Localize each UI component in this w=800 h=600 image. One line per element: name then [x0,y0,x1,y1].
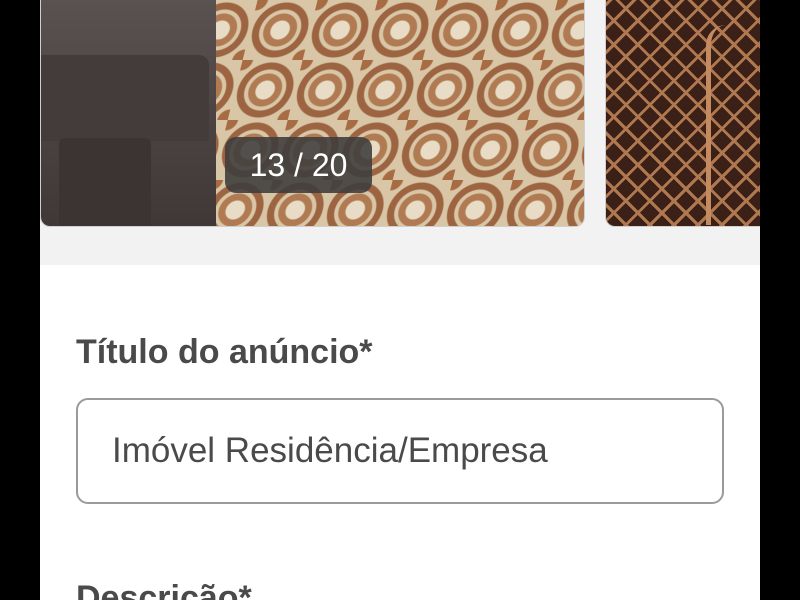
gallery-photo-current[interactable]: 13 / 20 [40,0,585,227]
title-input-value: Imóvel Residência/Empresa [112,431,548,470]
listing-form-card: Título do anúncio* Imóvel Residência/Emp… [40,265,760,600]
sofa-image [41,0,216,226]
title-input[interactable]: Imóvel Residência/Empresa [76,398,724,504]
app-screen: 13 / 20 Título do anúncio* Imóvel Residê… [40,0,760,600]
title-field-label: Título do anúncio* [76,333,373,371]
iron-gate-image [606,0,760,226]
description-field-label: Descrição* [76,579,252,600]
photo-counter-badge: 13 / 20 [225,137,372,193]
photo-gallery[interactable]: 13 / 20 [40,0,760,228]
gallery-photo-next[interactable] [605,0,760,227]
